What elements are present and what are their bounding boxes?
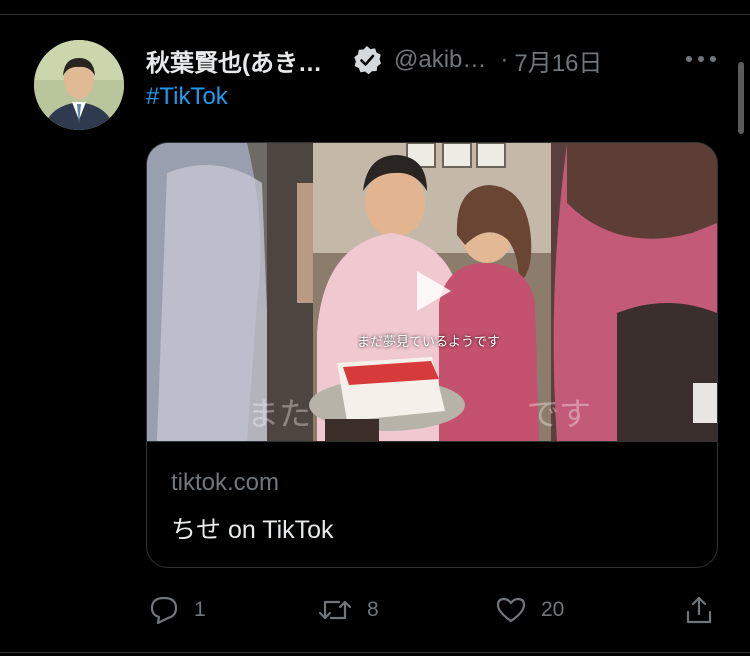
card-title: ちせ on TikTok	[171, 516, 334, 544]
tweet-date[interactable]: 7月16日	[514, 43, 602, 78]
tweet-header: 秋葉賢也(あき… @akib… · 7月16日	[146, 40, 602, 80]
avatar[interactable]	[34, 40, 124, 130]
top-divider	[0, 14, 750, 15]
like-button[interactable]: 20	[495, 590, 564, 630]
scrollbar[interactable]	[738, 62, 744, 134]
retweet-button[interactable]: 8	[317, 590, 379, 630]
reply-button[interactable]: 1	[148, 590, 206, 630]
retweet-count: 8	[367, 598, 379, 621]
card-divider	[147, 441, 717, 442]
share-icon	[684, 594, 714, 626]
action-bar: 1 8 20	[0, 590, 750, 630]
more-icon[interactable]	[686, 52, 716, 66]
reply-icon	[148, 594, 180, 626]
retweet-icon	[317, 594, 353, 626]
like-count: 20	[541, 598, 565, 621]
share-button[interactable]	[684, 590, 714, 630]
video-caption: まだ夢見ているようです	[357, 335, 501, 350]
bottom-divider	[0, 652, 750, 653]
verified-badge-icon	[352, 45, 382, 75]
card-domain: tiktok.com	[171, 469, 280, 496]
ghost-caption-right: です	[527, 396, 592, 432]
author-name[interactable]: 秋葉賢也(あき…	[146, 43, 322, 78]
video-thumbnail[interactable]: また です まだ夢見ているようです	[147, 143, 717, 441]
reply-count: 1	[194, 598, 206, 621]
author-handle[interactable]: @akib…	[394, 46, 486, 74]
hashtag-link[interactable]: #TikTok	[146, 83, 228, 111]
play-icon[interactable]	[403, 263, 459, 319]
separator-dot: ·	[500, 46, 509, 73]
link-card[interactable]: また です まだ夢見ているようです tiktok.com ちせ on TikTo…	[146, 142, 718, 568]
like-icon	[495, 594, 527, 626]
ghost-caption-left: また	[247, 396, 312, 432]
